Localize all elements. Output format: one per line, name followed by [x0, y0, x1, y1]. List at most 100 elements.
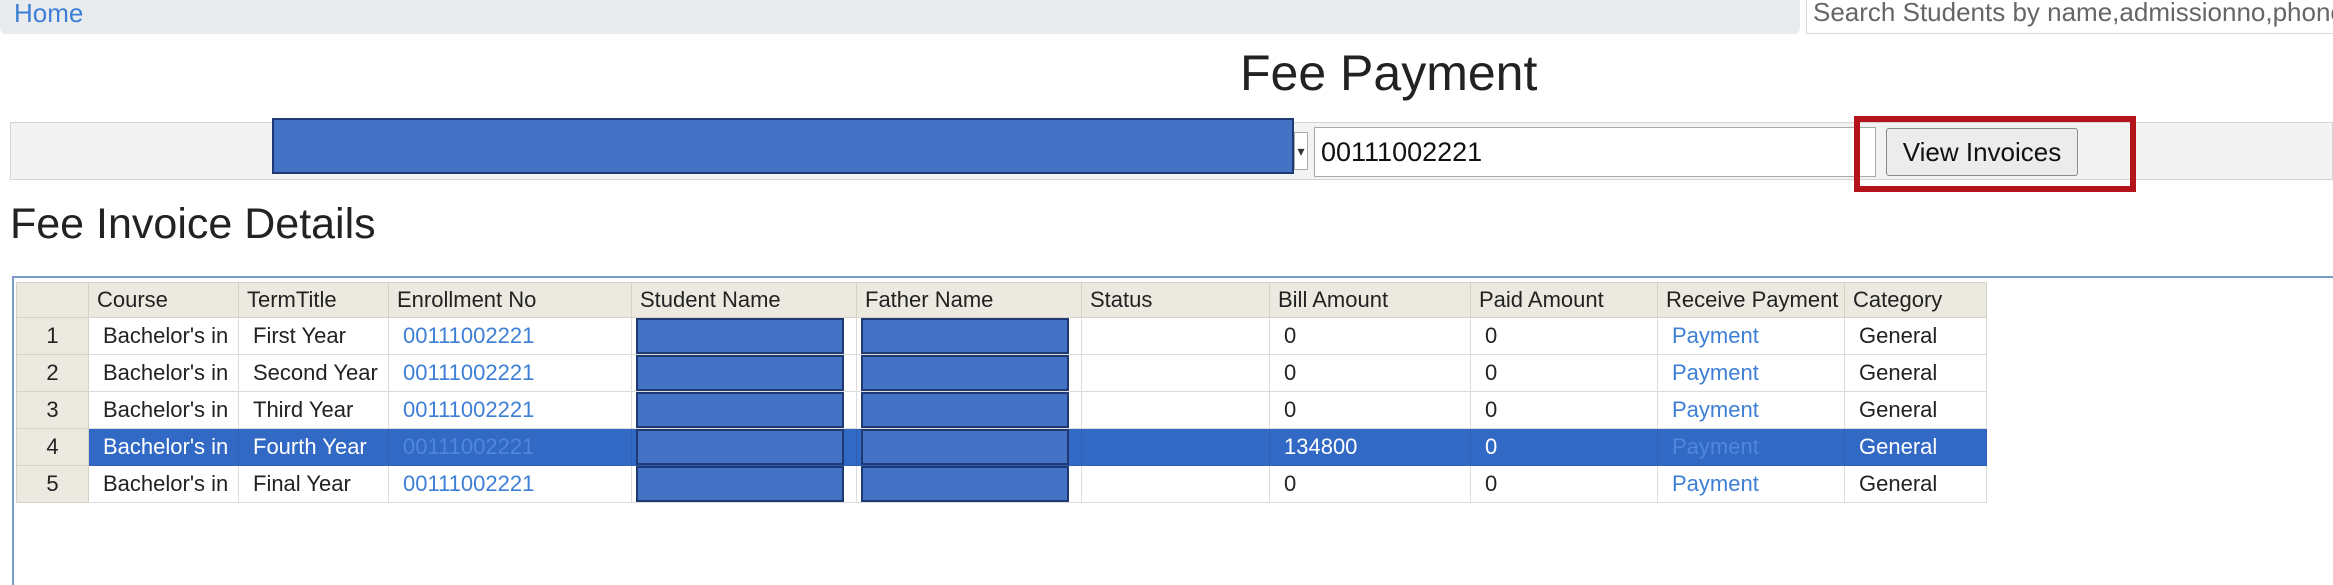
column-header-status[interactable]: Status: [1081, 282, 1270, 318]
cell-term: Final Year: [238, 465, 389, 503]
table-row-selected[interactable]: 4 Bachelor's in Fourth Year 00111002221 …: [16, 428, 1987, 466]
student-search-input[interactable]: [1806, 0, 2333, 34]
table-row[interactable]: 2 Bachelor's in Second Year 00111002221 …: [16, 354, 1987, 392]
column-header-termtitle[interactable]: TermTitle: [238, 282, 389, 318]
cell-bill-amount: 0: [1269, 391, 1471, 429]
redaction-block: [636, 392, 844, 428]
cell-course: Bachelor's in: [88, 317, 239, 355]
column-header-father-name[interactable]: Father Name: [856, 282, 1082, 318]
cell-course: Bachelor's in: [88, 391, 239, 429]
home-link[interactable]: Home: [14, 0, 83, 29]
row-number: 1: [16, 317, 89, 355]
section-title: Fee Invoice Details: [10, 200, 376, 248]
column-header-category[interactable]: Category: [1844, 282, 1987, 318]
cell-term: Fourth Year: [238, 428, 389, 466]
payment-link[interactable]: Payment: [1672, 434, 1759, 459]
column-header-course[interactable]: Course: [88, 282, 239, 318]
payment-link[interactable]: Payment: [1672, 360, 1759, 385]
column-header-student-name[interactable]: Student Name: [631, 282, 857, 318]
cell-category: General: [1844, 465, 1987, 503]
cell-receive-payment: Payment: [1657, 465, 1845, 503]
column-header-paid-amount[interactable]: Paid Amount: [1470, 282, 1658, 318]
enrollment-link[interactable]: 00111002221: [403, 397, 534, 422]
row-number: 2: [16, 354, 89, 392]
redaction-block: [861, 392, 1069, 428]
redaction-block: [861, 355, 1069, 391]
redaction-block: [861, 466, 1069, 502]
redaction-block: [861, 429, 1069, 465]
redaction-block: [636, 466, 844, 502]
cell-student-name-redacted: [631, 465, 857, 503]
cell-receive-payment: Payment: [1657, 391, 1845, 429]
table-row[interactable]: 3 Bachelor's in Third Year 00111002221 0…: [16, 391, 1987, 429]
cell-paid-amount: 0: [1470, 391, 1658, 429]
cell-receive-payment: Payment: [1657, 354, 1845, 392]
payment-link[interactable]: Payment: [1672, 397, 1759, 422]
enrollment-link[interactable]: 00111002221: [403, 471, 534, 496]
cell-enrollment: 00111002221: [388, 391, 632, 429]
cell-receive-payment: Payment: [1657, 317, 1845, 355]
enrollment-link[interactable]: 00111002221: [403, 434, 534, 459]
redaction-block: [636, 355, 844, 391]
invoice-table: Course TermTitle Enrollment No Student N…: [16, 282, 1987, 503]
cell-father-name-redacted: [856, 391, 1082, 429]
row-number: 3: [16, 391, 89, 429]
cell-bill-amount: 0: [1269, 354, 1471, 392]
redaction-block: [636, 429, 844, 465]
row-number: 4: [16, 428, 89, 466]
cell-father-name-redacted: [856, 317, 1082, 355]
cell-student-name-redacted: [631, 428, 857, 466]
enrollment-link[interactable]: 00111002221: [403, 360, 534, 385]
cell-paid-amount: 0: [1470, 428, 1658, 466]
cell-enrollment: 00111002221: [388, 428, 632, 466]
cell-paid-amount: 0: [1470, 465, 1658, 503]
redaction-block: [861, 318, 1069, 354]
table-row[interactable]: 1 Bachelor's in First Year 00111002221 0…: [16, 317, 1987, 355]
cell-paid-amount: 0: [1470, 354, 1658, 392]
column-header-enrollment-no[interactable]: Enrollment No: [388, 282, 632, 318]
cell-enrollment: 00111002221: [388, 465, 632, 503]
cell-category: General: [1844, 317, 1987, 355]
enrollment-number-input[interactable]: [1314, 127, 1876, 177]
cell-student-name-redacted: [631, 354, 857, 392]
redaction-block: [636, 318, 844, 354]
cell-student-name-redacted: [631, 317, 857, 355]
cell-term: First Year: [238, 317, 389, 355]
cell-student-name-redacted: [631, 391, 857, 429]
cell-term: Third Year: [238, 391, 389, 429]
cell-enrollment: 00111002221: [388, 317, 632, 355]
cell-status: [1081, 428, 1270, 466]
cell-status: [1081, 354, 1270, 392]
course-select-redacted[interactable]: [272, 118, 1294, 174]
cell-category: General: [1844, 428, 1987, 466]
payment-link[interactable]: Payment: [1672, 471, 1759, 496]
column-header-receive-payment[interactable]: Receive Payment: [1657, 282, 1845, 318]
cell-paid-amount: 0: [1470, 317, 1658, 355]
cell-enrollment: 00111002221: [388, 354, 632, 392]
cell-category: General: [1844, 391, 1987, 429]
enrollment-link[interactable]: 00111002221: [403, 323, 534, 348]
table-row[interactable]: 5 Bachelor's in Final Year 00111002221 0…: [16, 465, 1987, 503]
view-invoices-button[interactable]: View Invoices: [1886, 128, 2078, 176]
cell-bill-amount: 0: [1269, 465, 1471, 503]
cell-status: [1081, 317, 1270, 355]
cell-bill-amount: 134800: [1269, 428, 1471, 466]
column-header-bill-amount[interactable]: Bill Amount: [1269, 282, 1471, 318]
cell-father-name-redacted: [856, 428, 1082, 466]
cell-bill-amount: 0: [1269, 317, 1471, 355]
cell-father-name-redacted: [856, 354, 1082, 392]
cell-status: [1081, 391, 1270, 429]
chevron-down-icon[interactable]: ▾: [1294, 132, 1308, 170]
cell-course: Bachelor's in: [88, 465, 239, 503]
payment-link[interactable]: Payment: [1672, 323, 1759, 348]
cell-course: Bachelor's in: [88, 428, 239, 466]
row-number-header: [16, 282, 89, 318]
table-header-row: Course TermTitle Enrollment No Student N…: [16, 282, 1987, 318]
cell-father-name-redacted: [856, 465, 1082, 503]
cell-term: Second Year: [238, 354, 389, 392]
page-title: Fee Payment: [1240, 45, 1538, 101]
row-number: 5: [16, 465, 89, 503]
cell-status: [1081, 465, 1270, 503]
cell-receive-payment: Payment: [1657, 428, 1845, 466]
top-nav-bar: Home: [0, 0, 1800, 34]
